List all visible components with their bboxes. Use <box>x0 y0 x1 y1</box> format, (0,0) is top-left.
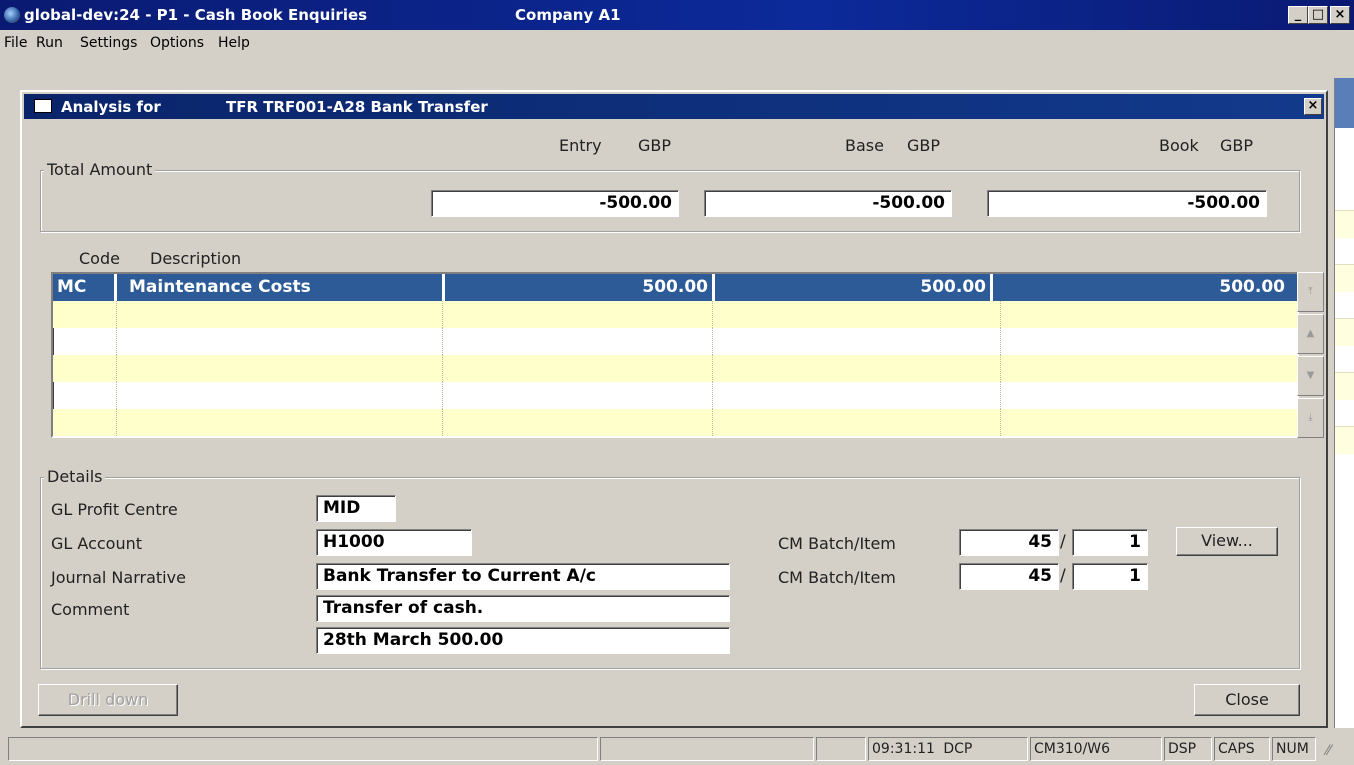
grid-header-description: Description <box>150 249 242 268</box>
resize-grip-icon[interactable]: ⁄⁄ <box>1326 743 1344 761</box>
row-description: Maintenance Costs <box>125 274 445 301</box>
company-name: Company A1 <box>515 6 621 24</box>
book-currency: GBP <box>1220 136 1254 155</box>
comment-field-line-1[interactable]: Transfer of cash. <box>316 595 730 622</box>
window-title: global-dev:24 - P1 - Cash Book Enquiries <box>24 6 368 24</box>
status-caps: CAPS <box>1214 737 1270 761</box>
base-header: Base <box>845 136 884 155</box>
table-row-empty[interactable] <box>53 301 1297 328</box>
row-book-amount: 500.00 <box>1219 277 1285 297</box>
menu-help[interactable]: Help <box>218 35 250 51</box>
menu-options[interactable]: Options <box>150 35 204 51</box>
book-header: Book <box>1159 136 1199 155</box>
grid-header-code: Code <box>79 249 120 268</box>
scroll-up-icon[interactable]: ▲ <box>1297 314 1324 354</box>
journal-narrative-label: Journal Narrative <box>51 568 186 587</box>
menu-run[interactable]: Run <box>36 35 63 51</box>
scroll-down-icon[interactable]: ▼ <box>1297 356 1324 396</box>
entry-currency: GBP <box>638 136 672 155</box>
status-panel-3 <box>816 737 866 761</box>
table-row[interactable]: MC Maintenance Costs 500.00 500.00 500.0… <box>53 274 1297 301</box>
menu-bar: File Run Settings Options Help <box>0 30 1354 55</box>
status-program: CM310/W6 <box>1030 737 1162 761</box>
table-row-empty[interactable] <box>53 328 1297 355</box>
app-icon <box>4 7 20 23</box>
status-panel-message <box>8 737 598 761</box>
row-code: MC <box>53 274 117 301</box>
table-row-empty[interactable] <box>53 409 1297 436</box>
journal-narrative-field[interactable]: Bank Transfer to Current A/c <box>316 563 730 590</box>
cm-batch-item-label-1: CM Batch/Item <box>778 534 896 553</box>
cm-batch-field-2[interactable]: 45 <box>959 563 1059 590</box>
analysis-grid[interactable]: MC Maintenance Costs 500.00 500.00 500.0… <box>51 272 1299 438</box>
entry-header: Entry <box>559 136 602 155</box>
cm-item-field-1[interactable]: 1 <box>1072 529 1148 556</box>
row-entry-amount: 500.00 <box>447 274 715 301</box>
dialog-title-label: Analysis for <box>61 98 161 116</box>
dialog-close-button[interactable]: × <box>1304 98 1322 115</box>
status-num: NUM <box>1272 737 1316 761</box>
status-panel-2 <box>600 737 814 761</box>
cm-batch-field-1[interactable]: 45 <box>959 529 1059 556</box>
status-mode: DCP <box>943 741 973 757</box>
table-row-empty[interactable] <box>53 382 1297 409</box>
gl-profit-centre-label: GL Profit Centre <box>51 500 178 519</box>
dialog-window-icon <box>34 99 52 113</box>
total-amount-title: Total Amount <box>44 160 156 179</box>
scroll-bottom-icon[interactable]: ⤓ <box>1297 398 1324 438</box>
status-time: 09:31:11 <box>872 741 935 757</box>
minimize-button[interactable]: _ <box>1288 6 1308 24</box>
menu-file[interactable]: File <box>4 35 27 51</box>
dialog-title-reference: TFR TRF001-A28 Bank Transfer <box>226 98 488 116</box>
base-currency: GBP <box>907 136 941 155</box>
cm-batch-item-label-2: CM Batch/Item <box>778 568 896 587</box>
grid-scrollbar: ⤒ ▲ ▼ ⤓ <box>1297 272 1324 440</box>
row-base-amount: 500.00 <box>717 274 993 301</box>
status-bar: 09:31:11 DCP CM310/W6 DSP CAPS NUM ⁄⁄ <box>0 733 1354 765</box>
background-window <box>1334 78 1354 728</box>
gl-account-field[interactable]: H1000 <box>316 529 472 556</box>
view-button[interactable]: View... <box>1176 527 1278 556</box>
cm-batch-separator-2: / <box>1060 566 1066 586</box>
table-row-empty[interactable] <box>53 355 1297 382</box>
maximize-button[interactable]: □ <box>1308 6 1328 24</box>
status-dsp: DSP <box>1164 737 1212 761</box>
total-book-field[interactable]: -500.00 <box>987 190 1267 217</box>
details-title: Details <box>44 467 106 486</box>
cm-item-field-2[interactable]: 1 <box>1072 563 1148 590</box>
gl-account-label: GL Account <box>51 534 142 553</box>
comment-label: Comment <box>51 600 130 619</box>
scroll-top-icon[interactable]: ⤒ <box>1297 272 1324 312</box>
status-panel-time: 09:31:11 DCP <box>868 737 1028 761</box>
total-base-field[interactable]: -500.00 <box>704 190 952 217</box>
close-button[interactable]: Close <box>1194 684 1300 716</box>
gl-profit-centre-field[interactable]: MID <box>316 495 396 522</box>
cm-batch-separator-1: / <box>1060 532 1066 552</box>
drill-down-button[interactable]: Drill down <box>38 684 178 716</box>
comment-field-line-2[interactable]: 28th March 500.00 <box>316 627 730 654</box>
window-close-button[interactable]: × <box>1330 6 1350 24</box>
dialog-titlebar: Analysis for TFR TRF001-A28 Bank Transfe… <box>24 94 1324 119</box>
total-entry-field[interactable]: -500.00 <box>431 190 679 217</box>
analysis-dialog: Analysis for TFR TRF001-A28 Bank Transfe… <box>20 90 1328 728</box>
menu-settings[interactable]: Settings <box>80 35 137 51</box>
window-titlebar: global-dev:24 - P1 - Cash Book Enquiries… <box>0 0 1354 30</box>
